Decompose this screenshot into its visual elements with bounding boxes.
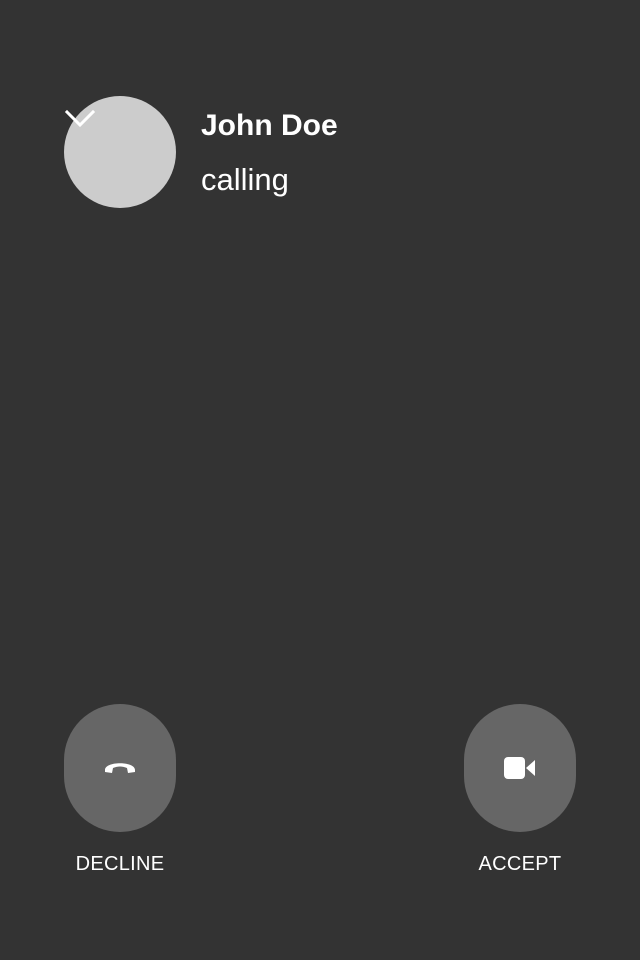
call-status: calling [201, 162, 289, 197]
accept-label: ACCEPT [478, 853, 562, 875]
decline-label: DECLINE [75, 853, 165, 875]
caller-name: John Doe [201, 109, 338, 142]
minimize-button[interactable] [62, 104, 98, 132]
chevron-down-icon [64, 107, 96, 129]
video-camera-icon [502, 755, 538, 781]
phone-hangup-icon [102, 758, 138, 778]
accept-button[interactable] [464, 704, 576, 832]
decline-button[interactable] [64, 704, 176, 832]
